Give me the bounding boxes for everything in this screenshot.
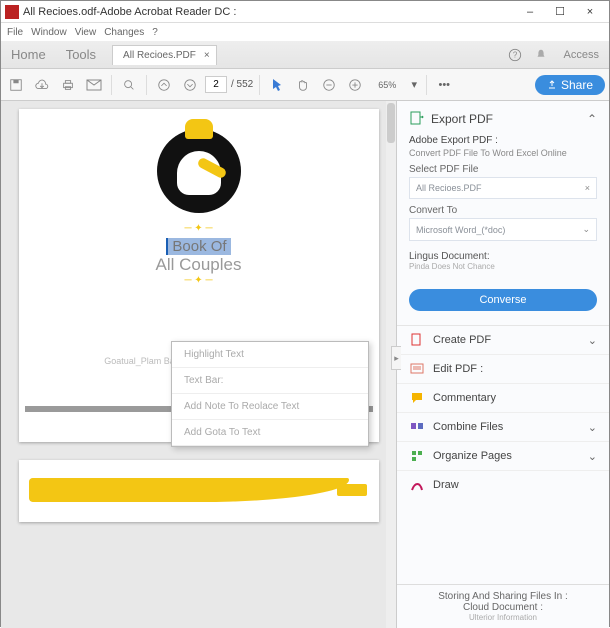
ctx-add-note[interactable]: Add Note To Reolace Text [172,394,368,420]
mail-icon[interactable] [83,74,105,96]
subtitle-text: All Couples [19,255,379,275]
organize-icon [409,448,425,464]
comment-icon [409,390,425,406]
chevron-down-icon: ⌄ [588,421,597,434]
search-icon[interactable] [118,74,140,96]
menu-window[interactable]: Window [31,27,67,38]
svg-text:?: ? [512,50,517,59]
share-label: Share [561,78,593,92]
menu-help[interactable]: ? [152,27,158,38]
cloud-icon[interactable] [31,74,53,96]
ctx-add-goto[interactable]: Add Gota To Text [172,420,368,446]
knife-graphic [29,478,349,502]
hand-icon[interactable] [292,74,314,96]
notifications-icon[interactable] [528,48,554,62]
side-footer: Storing And Sharing Files In : Cloud Doc… [397,584,609,628]
ctx-highlight[interactable]: Highlight Text [172,342,368,368]
ctx-textbar[interactable]: Text Bar: [172,368,368,394]
footer-line2: Cloud Document : [407,602,599,613]
menu-view[interactable]: View [75,27,97,38]
draw-icon [409,477,425,493]
chevron-down-icon: ⌄ [588,334,597,347]
tools-tab[interactable]: Tools [56,41,106,68]
document-pane[interactable]: ─ ✦ ─ Book Of All Couples ─ ✦ ─ Goatual_… [1,101,396,628]
export-pdf-module: Export PDF ⌃ Adobe Export PDF : Convert … [397,101,609,326]
page-number-input[interactable] [205,76,227,93]
clear-file-icon[interactable]: × [585,183,590,193]
chevron-down-icon: ⌄ [588,450,597,463]
page-down-icon[interactable] [179,74,201,96]
tool-commentary[interactable]: Commentary [397,384,609,413]
home-tab[interactable]: Home [1,41,56,68]
brand-label: Adobe Export PDF : [409,135,597,146]
tool-edit-pdf[interactable]: Edit PDF : [397,355,609,384]
close-window-button[interactable]: × [575,2,605,22]
share-button[interactable]: Share [535,75,605,95]
title-bar: All Recioes.odf-Adobe Acrobat Reader DC … [1,1,609,23]
combine-icon [409,419,425,435]
close-tab-icon[interactable]: × [204,50,210,61]
format-value: Microsoft Word_(*doc) [416,225,505,235]
window-title: All Recioes.odf-Adobe Acrobat Reader DC … [23,6,236,18]
collapse-handle[interactable]: ▸ [391,346,401,370]
lingua-label: Lingus Document: [409,251,597,262]
format-select[interactable]: Microsoft Word_(*doc) ⌄ [409,218,597,241]
page-total: / 552 [231,79,253,90]
create-pdf-icon [409,332,425,348]
zoom-dropdown-icon[interactable]: ▾ [408,74,420,96]
tool-create-pdf[interactable]: Create PDF ⌄ [397,326,609,355]
chevron-down-icon[interactable]: ⌄ [582,224,590,235]
export-title[interactable]: Export PDF [431,112,493,126]
edit-pdf-icon [409,361,425,377]
minimize-button[interactable]: – [515,2,545,22]
maximize-button[interactable]: ☐ [545,2,575,22]
document-tab-label: All Recioes.PDF [123,50,196,61]
tool-draw[interactable]: Draw [397,471,609,499]
scroll-thumb[interactable] [387,103,395,143]
file-select-box[interactable]: All Recioes.PDF × [409,177,597,199]
access-button[interactable]: Access [554,49,609,61]
ornament-bottom: ─ ✦ ─ [19,275,379,286]
document-tab[interactable]: All Recioes.PDF × [112,45,217,65]
selected-text[interactable]: Book Of [166,238,230,255]
ornament-top: ─ ✦ ─ [19,223,379,234]
footer-line1: Storing And Sharing Files In : [407,591,599,602]
export-pdf-icon [409,111,425,127]
chevron-up-icon[interactable]: ⌃ [587,112,597,126]
menu-bar: File Window View Changes ? [1,23,609,41]
next-page-preview [19,460,379,522]
tool-combine[interactable]: Combine Files ⌄ [397,413,609,442]
menu-changes[interactable]: Changes [104,27,144,38]
lingua-sub: Pinda Does Not Chance [409,262,597,271]
more-icon[interactable]: ••• [433,74,455,96]
pointer-icon[interactable] [266,74,288,96]
chef-logo [157,129,241,213]
help-icon[interactable]: ? [502,48,528,62]
footer-line3[interactable]: Ulterior Information [407,613,599,622]
upload-icon [547,80,557,90]
convert-button[interactable]: Converse [409,289,597,311]
zoom-in-icon[interactable] [344,74,366,96]
print-icon[interactable] [57,74,79,96]
selected-file: All Recioes.PDF [416,183,482,193]
context-menu: Highlight Text Text Bar: Add Note To Reo… [171,341,369,447]
tab-bar: Home Tools All Recioes.PDF × ? Access [1,41,609,69]
toolbar: / 552 ▾ ••• Share [1,69,609,101]
tool-organize[interactable]: Organize Pages ⌄ [397,442,609,471]
main-area: ─ ✦ ─ Book Of All Couples ─ ✦ ─ Goatual_… [1,101,609,628]
page-up-icon[interactable] [153,74,175,96]
convert-to-label: Convert To [409,205,597,216]
zoom-out-icon[interactable] [318,74,340,96]
app-icon [5,5,19,19]
side-panel: ▸ Export PDF ⌃ Adobe Export PDF : Conver… [396,101,609,628]
select-file-label: Select PDF File [409,164,597,175]
tagline: Convert PDF File To Word Excel Online [409,148,597,158]
menu-file[interactable]: File [7,27,23,38]
save-icon[interactable] [5,74,27,96]
zoom-input[interactable] [370,78,404,92]
